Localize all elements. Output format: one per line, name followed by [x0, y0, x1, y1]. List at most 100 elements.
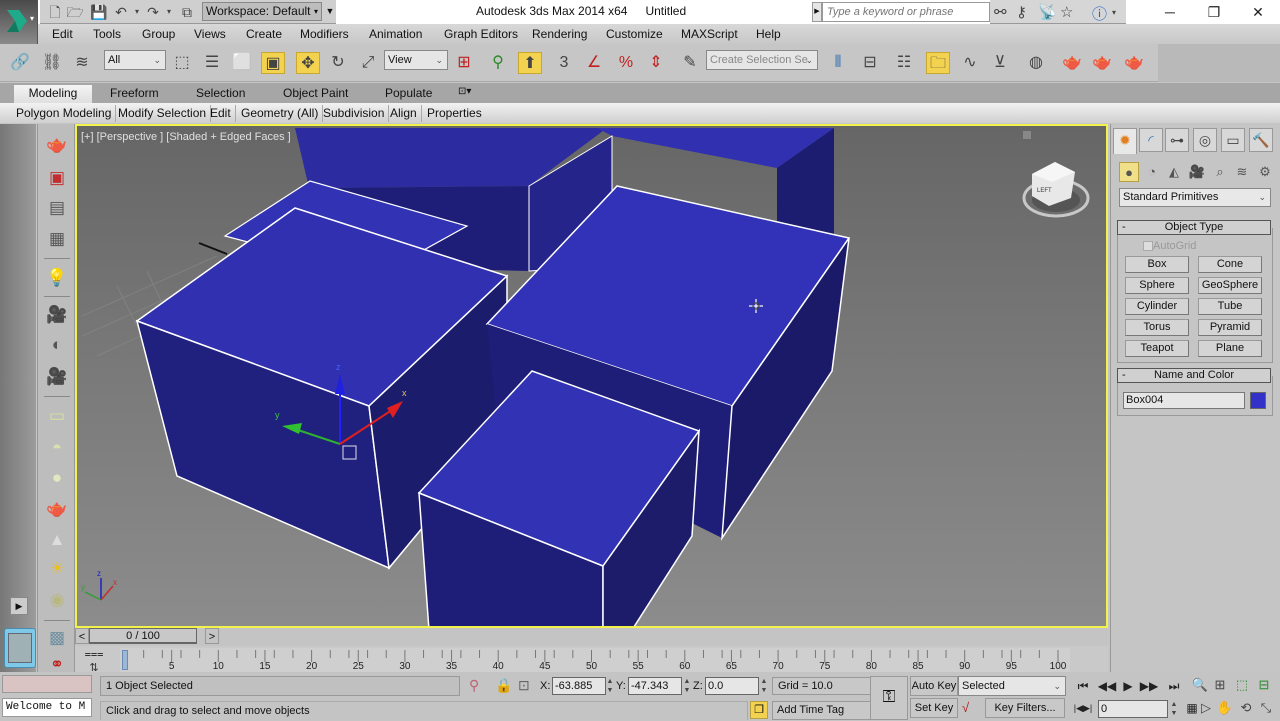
layer-manager-icon[interactable]: ☷: [892, 52, 916, 74]
modify-tab-icon[interactable]: ◜: [1139, 128, 1163, 152]
frame-spinner[interactable]: ▲ ▼: [1170, 700, 1178, 718]
name-and-color-header[interactable]: - Name and Color: [1117, 368, 1271, 383]
teapot-icon[interactable]: 🫖: [45, 134, 69, 156]
reference-coordinate-dropdown[interactable]: View ⌄: [384, 50, 448, 70]
application-menu-button[interactable]: ▾: [0, 0, 38, 44]
cameras-category-icon[interactable]: 🎥: [1187, 162, 1207, 182]
chevron-down-icon[interactable]: ▾: [1112, 8, 1116, 17]
align-icon[interactable]: ⊟: [858, 52, 882, 74]
sun-icon[interactable]: ☀: [45, 558, 69, 580]
zoom-all-icon[interactable]: ⊞: [1210, 677, 1230, 693]
select-object-icon[interactable]: ⬚: [170, 52, 194, 74]
mesh-icon[interactable]: ▩: [45, 627, 69, 649]
panel-properties[interactable]: Properties: [423, 105, 486, 122]
panel-subdivision[interactable]: Subdivision: [319, 105, 390, 122]
rectangular-selection-icon[interactable]: ⬜: [230, 52, 254, 74]
minimize-button[interactable]: ─: [1148, 0, 1192, 24]
render-production-icon[interactable]: 🫖: [1122, 52, 1146, 74]
close-button[interactable]: ✕: [1236, 0, 1280, 24]
search-input[interactable]: [822, 2, 990, 22]
manipulate-icon[interactable]: ⚲: [486, 52, 510, 74]
viewport-thumbnail[interactable]: [4, 628, 36, 668]
menu-tools[interactable]: Tools: [93, 27, 121, 41]
unlink-icon[interactable]: ⛓: [40, 52, 64, 74]
panel-align[interactable]: Align: [386, 105, 422, 122]
default-tangents-icon[interactable]: √: [962, 700, 969, 715]
redo-dropdown-icon[interactable]: ▾: [160, 3, 178, 21]
x-spinner[interactable]: ▲ ▼: [606, 677, 614, 695]
z-spinner[interactable]: ▲ ▼: [760, 677, 768, 695]
rendered-frame-window-icon[interactable]: 🫖: [1090, 52, 1114, 74]
plane-button[interactable]: Plane: [1198, 340, 1262, 357]
menu-graph-editors[interactable]: Graph Editors: [444, 27, 518, 41]
menu-animation[interactable]: Animation: [369, 27, 422, 41]
curve-editor-icon[interactable]: ∿: [958, 52, 982, 74]
next-frame-button[interactable]: >: [205, 628, 219, 644]
scene-explorer-icon[interactable]: 🗀: [926, 52, 950, 74]
panel-edit[interactable]: Edit: [206, 105, 236, 122]
select-and-scale-icon[interactable]: ⤢: [356, 52, 380, 74]
geosphere-button[interactable]: GeoSphere: [1198, 277, 1262, 294]
restore-button[interactable]: ❐: [1192, 0, 1236, 24]
project-folder-icon[interactable]: ⧉: [178, 3, 196, 21]
menu-rendering[interactable]: Rendering: [532, 27, 587, 41]
timeline-ruler[interactable]: 0510152025303540455055606570758085909510…: [120, 648, 1070, 672]
menu-views[interactable]: Views: [194, 27, 226, 41]
panel-geometry-all[interactable]: Geometry (All): [237, 105, 324, 122]
play-icon[interactable]: ▶: [1118, 678, 1138, 694]
help-icon[interactable]: ⓘ: [1092, 3, 1107, 24]
isolate-selection-icon[interactable]: ⚲: [469, 677, 479, 694]
zoom-extents-all-icon[interactable]: ⊟: [1254, 677, 1274, 693]
panel-polygon-modeling[interactable]: Polygon Modeling: [12, 105, 117, 122]
object-type-header[interactable]: - Object Type: [1117, 220, 1271, 235]
key-mode-toggle-icon[interactable]: |◀▶|: [1073, 700, 1093, 716]
helpers-category-icon[interactable]: ⌕: [1210, 162, 1230, 182]
spinner-snap-icon[interactable]: ⇕: [644, 52, 668, 74]
y-spinner[interactable]: ▲ ▼: [683, 677, 691, 695]
plane-primitive-icon[interactable]: ▭: [45, 405, 69, 427]
pyramid-button[interactable]: Pyramid: [1198, 319, 1262, 336]
sphere-icon[interactable]: ●: [45, 467, 69, 489]
ribbon-tab-freeform[interactable]: Freeform: [110, 86, 159, 100]
search-expand-icon[interactable]: ▶: [812, 2, 822, 22]
new-file-icon[interactable]: 🗋: [46, 3, 64, 21]
angle-snap-icon[interactable]: ∠: [582, 52, 606, 74]
select-and-rotate-icon[interactable]: ↻: [326, 52, 350, 74]
select-by-name-icon[interactable]: ☰: [200, 52, 224, 74]
cone-button[interactable]: Cone: [1198, 256, 1262, 273]
menu-customize[interactable]: Customize: [606, 27, 663, 41]
autogrid-checkbox[interactable]: [1143, 241, 1153, 251]
maxscript-listener-input[interactable]: Welcome to M: [2, 698, 92, 717]
menu-help[interactable]: Help: [756, 27, 781, 41]
red-camera-icon[interactable]: 🎥: [45, 366, 69, 388]
time-slider-thumb[interactable]: 0 / 100: [89, 628, 197, 644]
zoom-icon[interactable]: 🔍: [1190, 677, 1210, 693]
menu-group[interactable]: Group: [142, 27, 175, 41]
pan-hand-icon[interactable]: ✋: [1215, 700, 1235, 716]
link-icon[interactable]: 🔗: [8, 52, 32, 74]
zoom-extents-icon[interactable]: ⬚: [1232, 677, 1252, 693]
selection-lock-icon[interactable]: 🔒: [495, 677, 512, 694]
shapes-category-icon[interactable]: ◔: [1142, 162, 1162, 182]
hierarchy-tab-icon[interactable]: ⊶: [1165, 128, 1189, 152]
panel-list-icon[interactable]: ▤: [45, 197, 69, 219]
camera-icon[interactable]: 🎥: [45, 304, 69, 326]
panel-modify-selection[interactable]: Modify Selection: [114, 105, 212, 122]
cone-icon[interactable]: ▲: [45, 529, 69, 551]
panel-grid-icon[interactable]: ▦: [45, 228, 69, 250]
binoculars-icon[interactable]: ⚯: [994, 3, 1007, 21]
material-editor-icon[interactable]: ◍: [1024, 52, 1048, 74]
quick-access-more-icon[interactable]: ▼: [324, 2, 336, 21]
go-to-end-icon[interactable]: ⏭: [1164, 678, 1184, 694]
object-name-field[interactable]: Box004: [1123, 392, 1245, 409]
set-key-button[interactable]: Set Key: [910, 698, 958, 718]
menu-modifiers[interactable]: Modifiers: [300, 27, 349, 41]
display-tab-icon[interactable]: ▭: [1221, 128, 1245, 152]
cylinder-button[interactable]: Cylinder: [1125, 298, 1189, 315]
named-selection-dropdown[interactable]: Create Selection Se ⌄: [706, 50, 818, 70]
perspective-viewport[interactable]: z y x z x y LEFT [+] [Perspective] [Sha…: [75, 124, 1108, 628]
teapot-button[interactable]: Teapot: [1125, 340, 1189, 357]
current-frame-field[interactable]: 0: [1098, 700, 1168, 718]
render-setup-icon[interactable]: 🫖: [1060, 52, 1084, 74]
current-frame-marker[interactable]: [122, 650, 128, 670]
